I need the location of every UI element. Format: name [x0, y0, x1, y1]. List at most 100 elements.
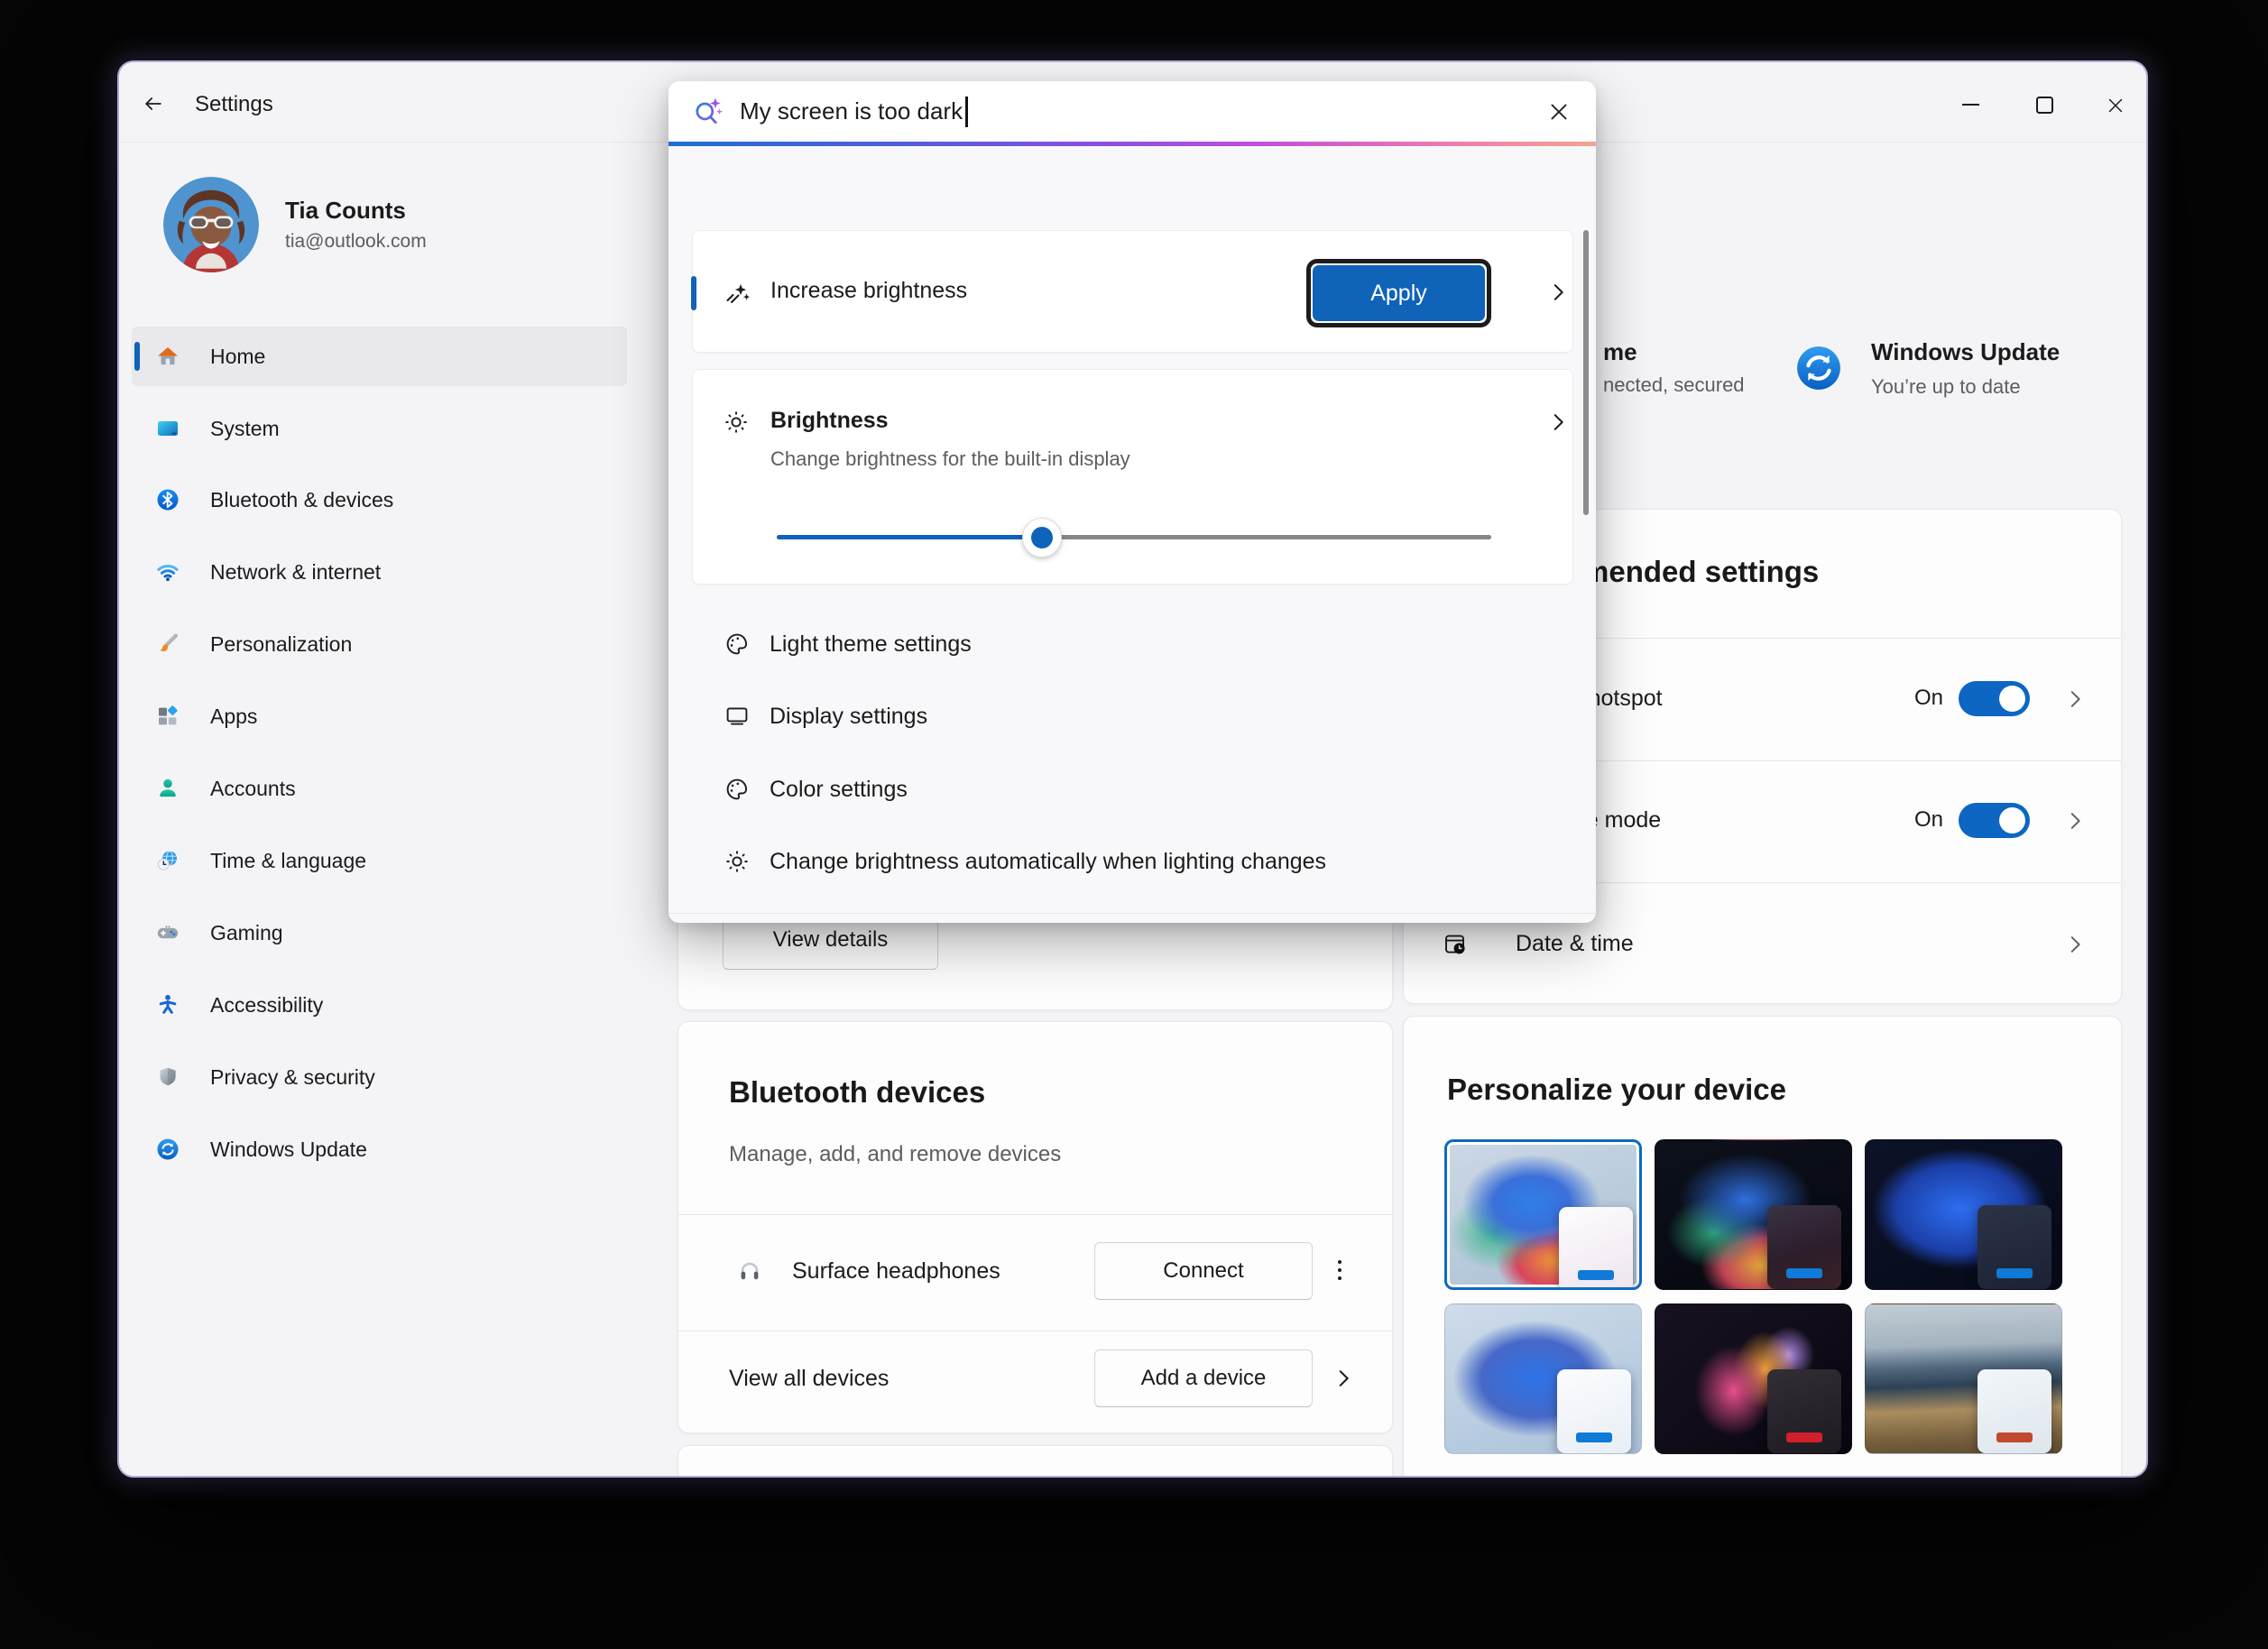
- device-name: Surface headphones: [792, 1258, 1000, 1285]
- sidebar-item-label: Accounts: [210, 777, 296, 801]
- palette-icon: [724, 777, 750, 802]
- view-all-devices-label[interactable]: View all devices: [729, 1366, 889, 1392]
- action-result-card[interactable]: Increase brightness Apply: [692, 230, 1573, 353]
- user-name: Tia Counts: [285, 197, 406, 225]
- sidebar-item-bluetooth[interactable]: Bluetooth & devices: [132, 470, 627, 530]
- connect-button[interactable]: Connect: [1094, 1242, 1313, 1300]
- sidebar-item-label: Accessibility: [210, 993, 323, 1018]
- sidebar-item-label: Personalization: [210, 632, 352, 657]
- sidebar-item-label: System: [210, 417, 280, 441]
- theme-thumbnail-mountain[interactable]: [1865, 1304, 2062, 1454]
- date-time-icon: [1443, 932, 1468, 957]
- sidebar-item-windows-update[interactable]: Windows Update: [132, 1119, 627, 1179]
- next-section-card: [678, 1445, 1393, 1478]
- wifi-icon: [156, 560, 180, 584]
- toggle-state-label: On: [1898, 807, 1943, 833]
- airplane-mode-toggle[interactable]: [1959, 803, 2030, 838]
- windows-update-icon: [1794, 344, 1843, 392]
- close-search-button[interactable]: [1542, 95, 1576, 129]
- apply-button[interactable]: Apply: [1313, 265, 1485, 321]
- close-window-button[interactable]: [2104, 94, 2127, 117]
- home-icon: [156, 345, 180, 368]
- card-divider: [678, 1214, 1392, 1215]
- back-button[interactable]: [143, 93, 164, 115]
- sidebar-item-home[interactable]: Home: [132, 327, 627, 386]
- sidebar-item-personalization[interactable]: Personalization: [132, 614, 627, 674]
- windows-update-title[interactable]: Windows Update: [1871, 338, 2060, 366]
- theme-thumbnail-bloom-dark-blue[interactable]: [1865, 1139, 2062, 1290]
- bluetooth-card-subtitle: Manage, add, and remove devices: [729, 1142, 1061, 1167]
- mobile-hotspot-toggle[interactable]: [1959, 681, 2030, 716]
- brightness-sun-icon: [724, 410, 749, 435]
- brightness-slider-fill: [777, 535, 1041, 539]
- brightness-slider-thumb[interactable]: [1022, 518, 1062, 557]
- person-icon: [156, 777, 180, 800]
- date-time-label[interactable]: Date & time: [1516, 931, 1634, 957]
- accent-color-swatch: [1996, 1433, 2033, 1442]
- avatar[interactable]: [163, 177, 259, 272]
- settings-window: Settings Tia Counts tia@outlook.com Home: [117, 60, 2148, 1478]
- theme-thumbnail-abstract-flower[interactable]: [1655, 1304, 1852, 1454]
- selected-indicator: [134, 342, 140, 371]
- back-arrow-icon: [143, 93, 164, 115]
- chevron-right-icon[interactable]: [1546, 410, 1570, 434]
- sidebar-item-label: Time & language: [210, 849, 366, 873]
- accent-color-swatch: [1996, 1268, 2033, 1278]
- chevron-right-icon[interactable]: [2063, 809, 2087, 833]
- avatar-image: [163, 177, 259, 272]
- search-input[interactable]: My screen is too dark: [668, 81, 1596, 142]
- sidebar-item-label: Home: [210, 345, 265, 369]
- sidebar-item-label: Privacy & security: [210, 1065, 375, 1090]
- brightness-slider-track[interactable]: [777, 535, 1491, 539]
- sidebar-item-gaming[interactable]: Gaming: [132, 903, 627, 963]
- chevron-right-icon[interactable]: [1332, 1367, 1355, 1390]
- footer-divider: [668, 913, 1596, 914]
- sidebar-item-time-language[interactable]: Time & language: [132, 831, 627, 890]
- theme-thumbnail-bloom-dark[interactable]: [1655, 1139, 1852, 1290]
- result-link-label: Light theme settings: [770, 631, 972, 658]
- search-query-text: My screen is too dark: [740, 97, 963, 125]
- sidebar-item-network[interactable]: Network & internet: [132, 542, 627, 602]
- accessibility-icon: [156, 993, 180, 1017]
- toggle-knob: [1999, 686, 2025, 712]
- action-result-label: Increase brightness: [770, 278, 967, 304]
- add-device-button[interactable]: Add a device: [1094, 1350, 1313, 1407]
- palette-icon: [724, 631, 750, 657]
- maximize-icon: [2036, 97, 2053, 114]
- result-link[interactable]: Color settings: [668, 765, 1596, 815]
- theme-preview-window: [1978, 1205, 2051, 1289]
- theme-thumbnail-bloom-light-blue[interactable]: [1444, 1304, 1642, 1454]
- maximize-button[interactable]: [2033, 94, 2055, 115]
- system-icon: [156, 417, 180, 440]
- result-link[interactable]: Display settings: [668, 692, 1596, 742]
- close-icon: [2105, 95, 2126, 116]
- auto-brightness-sparkle-icon: [724, 279, 751, 306]
- result-link-label: Change brightness automatically when lig…: [770, 849, 1326, 875]
- sidebar-item-apps[interactable]: Apps: [132, 686, 627, 746]
- theme-preview-window: [1557, 1369, 1631, 1453]
- sidebar-item-system[interactable]: System: [132, 399, 627, 458]
- network-status-partial: nected, secured: [1603, 373, 1745, 397]
- chevron-right-icon[interactable]: [2063, 687, 2087, 711]
- chevron-right-icon[interactable]: [1546, 281, 1570, 304]
- minimize-button[interactable]: [1959, 94, 1981, 115]
- active-result-indicator: [691, 276, 696, 310]
- search-overlay: My screen is too dark Increase brightnes…: [668, 81, 1596, 923]
- brightness-result-card[interactable]: Brightness Change brightness for the bui…: [692, 369, 1573, 585]
- windows-update-status: You’re up to date: [1871, 375, 2021, 399]
- personalize-title: Personalize your device: [1447, 1073, 1786, 1107]
- result-link-label: Color settings: [770, 777, 908, 803]
- chevron-right-icon[interactable]: [2063, 933, 2087, 956]
- sidebar-item-privacy[interactable]: Privacy & security: [132, 1047, 627, 1107]
- result-link-label: Display settings: [770, 704, 927, 730]
- overlay-scrollbar-thumb[interactable]: [1583, 230, 1589, 515]
- sun-icon: [724, 849, 750, 874]
- result-link[interactable]: Light theme settings: [668, 620, 1596, 670]
- toggle-knob: [1999, 807, 2025, 834]
- result-link[interactable]: Change brightness automatically when lig…: [668, 837, 1596, 888]
- device-menu-button[interactable]: [1332, 1255, 1347, 1285]
- theme-thumbnail-bloom-light[interactable]: [1444, 1139, 1642, 1290]
- brightness-subtitle: Change brightness for the built-in displ…: [770, 447, 1130, 471]
- sidebar-item-accounts[interactable]: Accounts: [132, 759, 627, 818]
- sidebar-item-accessibility[interactable]: Accessibility: [132, 975, 627, 1035]
